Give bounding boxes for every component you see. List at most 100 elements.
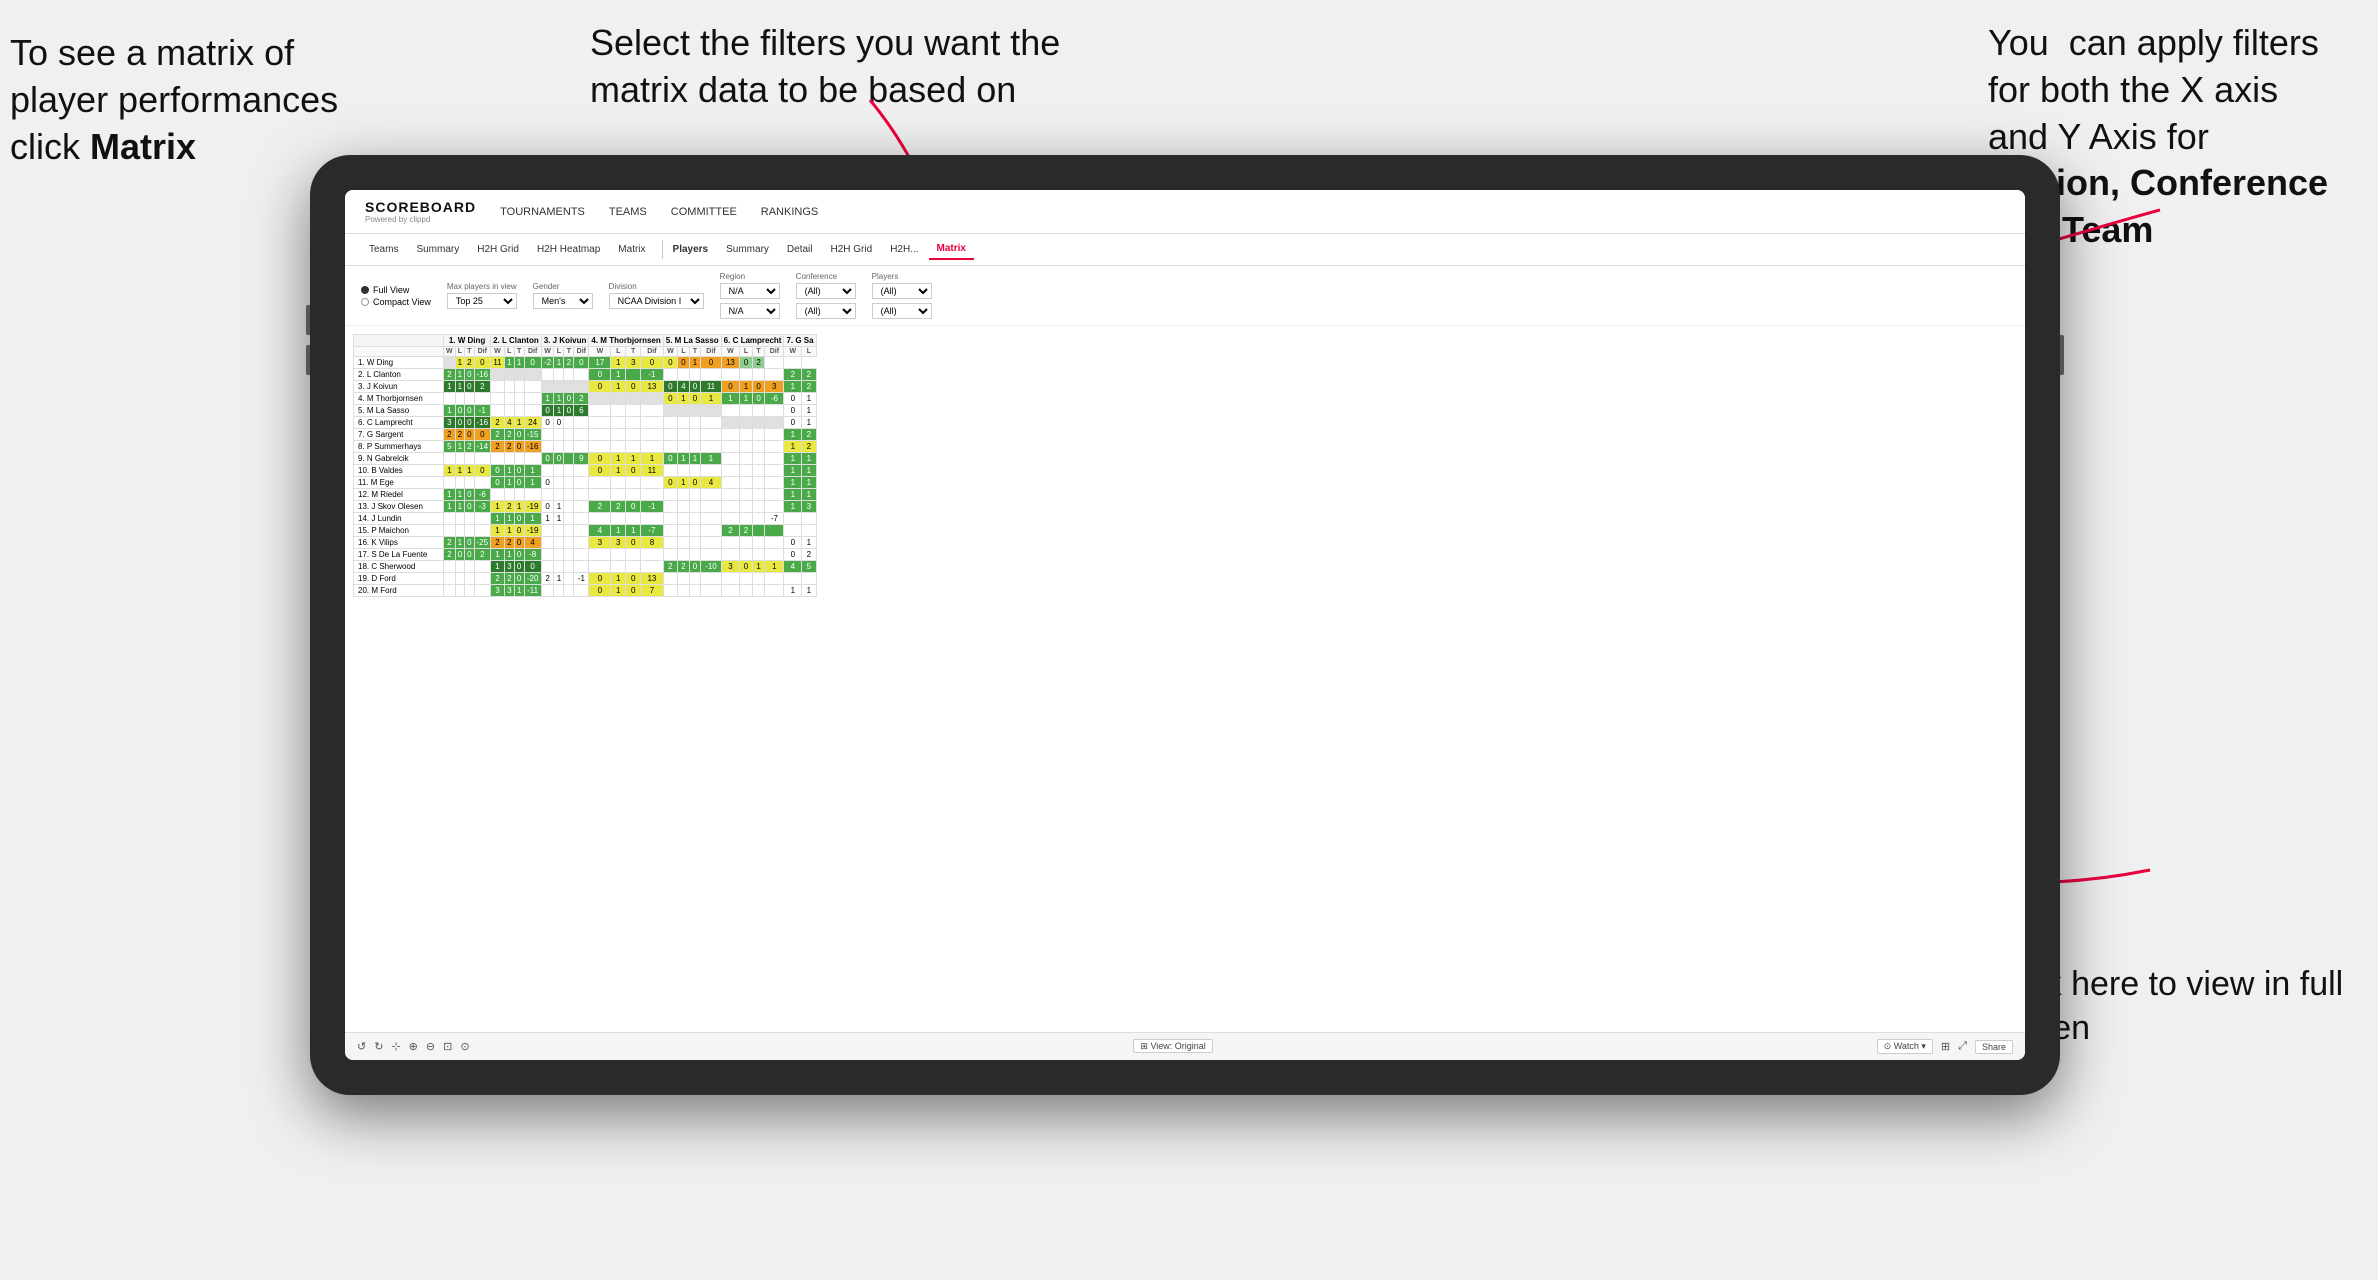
filter-gender-select[interactable]: Men's: [533, 293, 593, 309]
full-view-option[interactable]: Full View: [361, 285, 431, 295]
tablet-volume-down-button[interactable]: [306, 345, 310, 375]
sub-nav-detail[interactable]: Detail: [779, 240, 821, 259]
sub-nav-h2h-heatmap[interactable]: H2H Heatmap: [529, 240, 608, 259]
toolbar-zoom-in[interactable]: ⊕: [409, 1040, 418, 1053]
cell-17-9: [554, 561, 564, 573]
nav-committee[interactable]: COMMITTEE: [671, 202, 737, 222]
cell-16-2: 0: [465, 549, 474, 561]
sub-nav-h2h2[interactable]: H2H...: [882, 240, 926, 259]
cell-5-12: [589, 417, 611, 429]
cell-5-25: 1: [802, 417, 816, 429]
toolbar-undo[interactable]: ↺: [357, 1040, 366, 1053]
toolbar-zoom-out[interactable]: ⊖: [426, 1040, 435, 1053]
sub-nav-matrix2[interactable]: Matrix: [929, 239, 974, 260]
toolbar-cursor[interactable]: ⊹: [391, 1040, 400, 1053]
cell-6-18: [689, 429, 701, 441]
cell-15-15: 8: [641, 537, 664, 549]
filter-division-select[interactable]: NCAA Division I: [609, 293, 704, 309]
cell-3-6: [514, 393, 524, 405]
cell-14-5: 1: [504, 525, 514, 537]
cell-14-2: [465, 525, 474, 537]
col-header-5: 5. M La Sasso: [663, 335, 721, 347]
compact-view-radio[interactable]: [361, 298, 369, 306]
cell-6-1: 2: [455, 429, 464, 441]
nav-teams[interactable]: TEAMS: [609, 202, 647, 222]
toolbar-fullscreen-btn[interactable]: ⤢: [1958, 1040, 1967, 1053]
cell-4-16: [663, 405, 677, 417]
sub-nav-matrix[interactable]: Matrix: [610, 240, 653, 259]
cell-11-4: [491, 489, 505, 501]
compact-view-option[interactable]: Compact View: [361, 297, 431, 307]
filter-max-players-label: Max players in view: [447, 282, 517, 291]
sub-nav-h2h-grid[interactable]: H2H Grid: [469, 240, 527, 259]
cell-16-18: [689, 549, 701, 561]
cell-9-16: [663, 465, 677, 477]
cell-15-8: [541, 537, 554, 549]
cell-3-23: -6: [765, 393, 784, 405]
full-view-radio[interactable]: [361, 286, 369, 294]
cell-6-13: [611, 429, 626, 441]
player-name-6: 7. G Sargent: [354, 429, 444, 441]
view-original-btn[interactable]: ⊞ View: Original: [1133, 1039, 1212, 1053]
sub-nav-summary2[interactable]: Summary: [718, 240, 777, 259]
tablet-power-button[interactable]: [2060, 335, 2064, 375]
cell-5-21: [740, 417, 753, 429]
cell-4-9: 1: [554, 405, 564, 417]
sub-nav-h2h-grid2[interactable]: H2H Grid: [823, 240, 881, 259]
filter-region-y-select[interactable]: N/A: [720, 303, 780, 319]
cell-4-1: 0: [455, 405, 464, 417]
share-btn[interactable]: Share: [1975, 1040, 2013, 1054]
cell-2-8: [541, 381, 554, 393]
cell-19-10: [564, 585, 574, 597]
tablet-volume-up-button[interactable]: [306, 305, 310, 335]
sub-nav-players[interactable]: Players: [662, 240, 717, 259]
player-name-18: 19. D Ford: [354, 573, 444, 585]
sh-t5: T: [689, 347, 701, 357]
cell-2-6: [514, 381, 524, 393]
filter-max-players-select[interactable]: Top 25: [447, 293, 517, 309]
filter-conference-x-select[interactable]: (All): [796, 283, 856, 299]
nav-tournaments[interactable]: TOURNAMENTS: [500, 202, 585, 222]
cell-10-8: 0: [541, 477, 554, 489]
cell-15-16: [663, 537, 677, 549]
watch-btn[interactable]: ⊙ Watch ▾: [1877, 1039, 1933, 1054]
filter-conference-y-select[interactable]: (All): [796, 303, 856, 319]
cell-15-5: 2: [504, 537, 514, 549]
toolbar-fit[interactable]: ⊡: [443, 1040, 452, 1053]
cell-12-21: [740, 501, 753, 513]
toolbar-redo[interactable]: ↻: [374, 1040, 383, 1053]
cell-6-3: 0: [474, 429, 491, 441]
cell-10-13: [611, 477, 626, 489]
filter-region-x-select[interactable]: N/A: [720, 283, 780, 299]
cell-17-21: 0: [740, 561, 753, 573]
sub-nav-summary[interactable]: Summary: [408, 240, 467, 259]
cell-6-6: 0: [514, 429, 524, 441]
filter-players-y-select[interactable]: (All): [872, 303, 932, 319]
cell-17-2: [465, 561, 474, 573]
col-header-3: 3. J Koivun: [541, 335, 589, 347]
filter-players-x-select[interactable]: (All): [872, 283, 932, 299]
matrix-container: 1. W Ding 2. L Clanton 3. J Koivun 4. M …: [345, 326, 2025, 1032]
sh-t2: T: [514, 347, 524, 357]
cell-14-24: [784, 525, 802, 537]
cell-5-8: 0: [541, 417, 554, 429]
cell-9-14: 0: [626, 465, 641, 477]
filter-players: Players (All) (All): [872, 272, 932, 319]
cell-17-20: 3: [721, 561, 740, 573]
cell-7-2: 2: [465, 441, 474, 453]
sub-nav-teams[interactable]: Teams: [361, 240, 406, 259]
nav-rankings[interactable]: RANKINGS: [761, 202, 818, 222]
cell-2-22: 0: [752, 381, 765, 393]
cell-14-4: 1: [491, 525, 505, 537]
cell-0-1: 1: [455, 357, 464, 369]
cell-4-8: 0: [541, 405, 554, 417]
cell-2-11: [574, 381, 589, 393]
cell-6-23: [765, 429, 784, 441]
cell-3-11: 2: [574, 393, 589, 405]
cell-14-22: [752, 525, 765, 537]
cell-7-20: [721, 441, 740, 453]
scoreboard-logo: SCOREBOARD Powered by clippd: [365, 199, 476, 224]
cell-16-8: [541, 549, 554, 561]
toolbar-screen-btn[interactable]: ⊞: [1941, 1040, 1950, 1053]
toolbar-settings[interactable]: ⊙: [460, 1040, 469, 1053]
